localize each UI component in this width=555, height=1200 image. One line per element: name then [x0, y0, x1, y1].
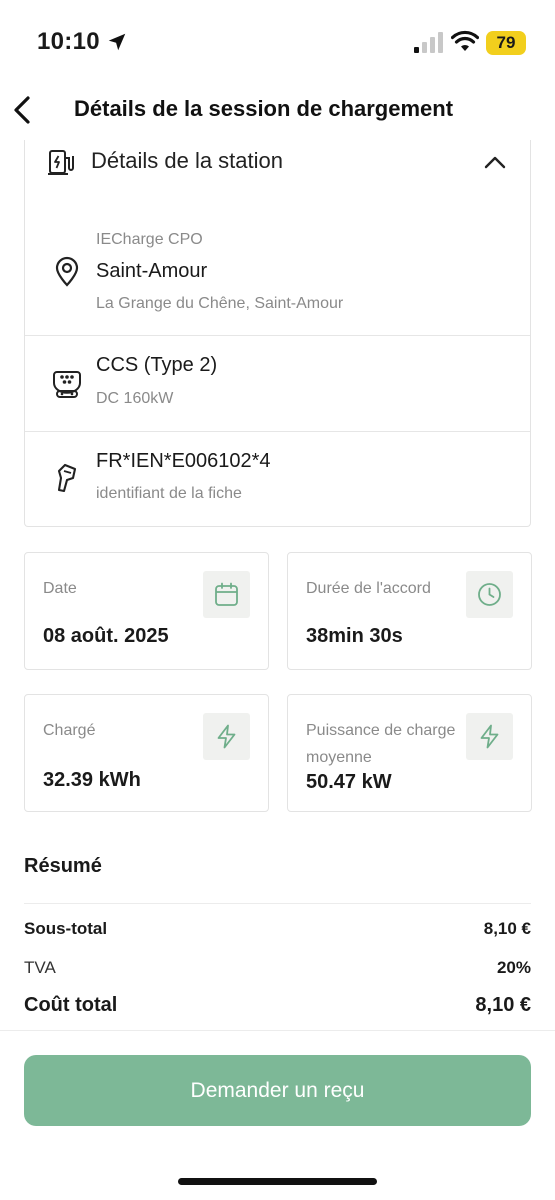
wifi-icon: [451, 30, 479, 51]
total-label: Coût total: [24, 994, 118, 1016]
vat-value: 20%: [496, 958, 531, 977]
lightning-icon: [217, 724, 236, 749]
avg-power-label: Puissance de charge moyenne: [306, 722, 456, 766]
avg-power-value: 50.47 kW: [306, 771, 392, 793]
nav-bar: Détails de la session de chargement: [0, 80, 555, 142]
station-name: Saint-Amour: [96, 260, 208, 282]
cellular-signal-icon: [414, 32, 443, 53]
station-details-card: Détails de la station IECharge CPO Saint…: [24, 140, 531, 527]
date-icon-box: [203, 571, 250, 618]
station-address: La Grange du Chêne, Saint-Amour: [96, 295, 344, 312]
status-time: 10:10: [37, 28, 100, 55]
station-location-row: IECharge CPO Saint-Amour La Grange du Ch…: [25, 218, 530, 335]
charging-station-icon: [48, 150, 74, 175]
duration-value: 38min 30s: [306, 625, 403, 647]
charged-icon-box: [203, 713, 250, 760]
home-indicator[interactable]: [178, 1178, 377, 1185]
subtotal-value: 8,10 €: [483, 919, 531, 938]
station-section-title: Détails de la station: [91, 148, 283, 173]
charged-value: 32.39 kWh: [43, 769, 141, 791]
lightning-icon: [480, 724, 499, 749]
connector-power: DC 160kW: [96, 390, 174, 407]
duration-icon-box: [466, 571, 513, 618]
avg-power-tile: Puissance de charge moyenne 50.47 kW: [287, 694, 532, 812]
summary-title: Résumé: [24, 855, 102, 877]
date-label: Date: [43, 580, 77, 597]
ccs-connector-icon: [53, 371, 81, 398]
calendar-icon: [215, 582, 238, 606]
divider: [24, 903, 531, 904]
date-value: 08 août. 2025: [43, 625, 169, 647]
vat-label: TVA: [24, 958, 56, 977]
avg-power-icon-box: [466, 713, 513, 760]
page-title: Détails de la session de chargement: [74, 96, 454, 121]
clock-icon: [478, 583, 501, 606]
plug-id-label: identifiant de la fiche: [96, 485, 242, 502]
duration-label: Durée de l'accord: [306, 580, 431, 597]
plug-icon: [57, 463, 77, 493]
request-receipt-button[interactable]: Demander un reçu: [24, 1055, 531, 1126]
map-pin-icon: [55, 256, 79, 287]
location-arrow-icon: [108, 33, 126, 51]
station-operator: IECharge CPO: [96, 231, 203, 248]
station-plug-row: FR*IEN*E006102*4 identifiant de la fiche: [25, 432, 530, 526]
connector-type: CCS (Type 2): [96, 354, 218, 376]
station-connector-row: CCS (Type 2) DC 160kW: [25, 336, 530, 431]
total-value: 8,10 €: [475, 994, 531, 1016]
chevron-up-icon[interactable]: [483, 152, 507, 172]
date-tile: Date 08 août. 2025: [24, 552, 269, 670]
battery-icon: 79: [486, 31, 526, 55]
charged-label: Chargé: [43, 722, 96, 739]
duration-tile: Durée de l'accord 38min 30s: [287, 552, 532, 670]
plug-id: FR*IEN*E006102*4: [96, 450, 271, 472]
subtotal-label: Sous-total: [24, 919, 108, 938]
station-details-toggle[interactable]: Détails de la station: [25, 140, 530, 198]
back-button[interactable]: [8, 90, 40, 130]
charged-tile: Chargé 32.39 kWh: [24, 694, 269, 812]
status-bar: 10:10 79: [0, 0, 555, 80]
divider: [0, 1030, 555, 1031]
